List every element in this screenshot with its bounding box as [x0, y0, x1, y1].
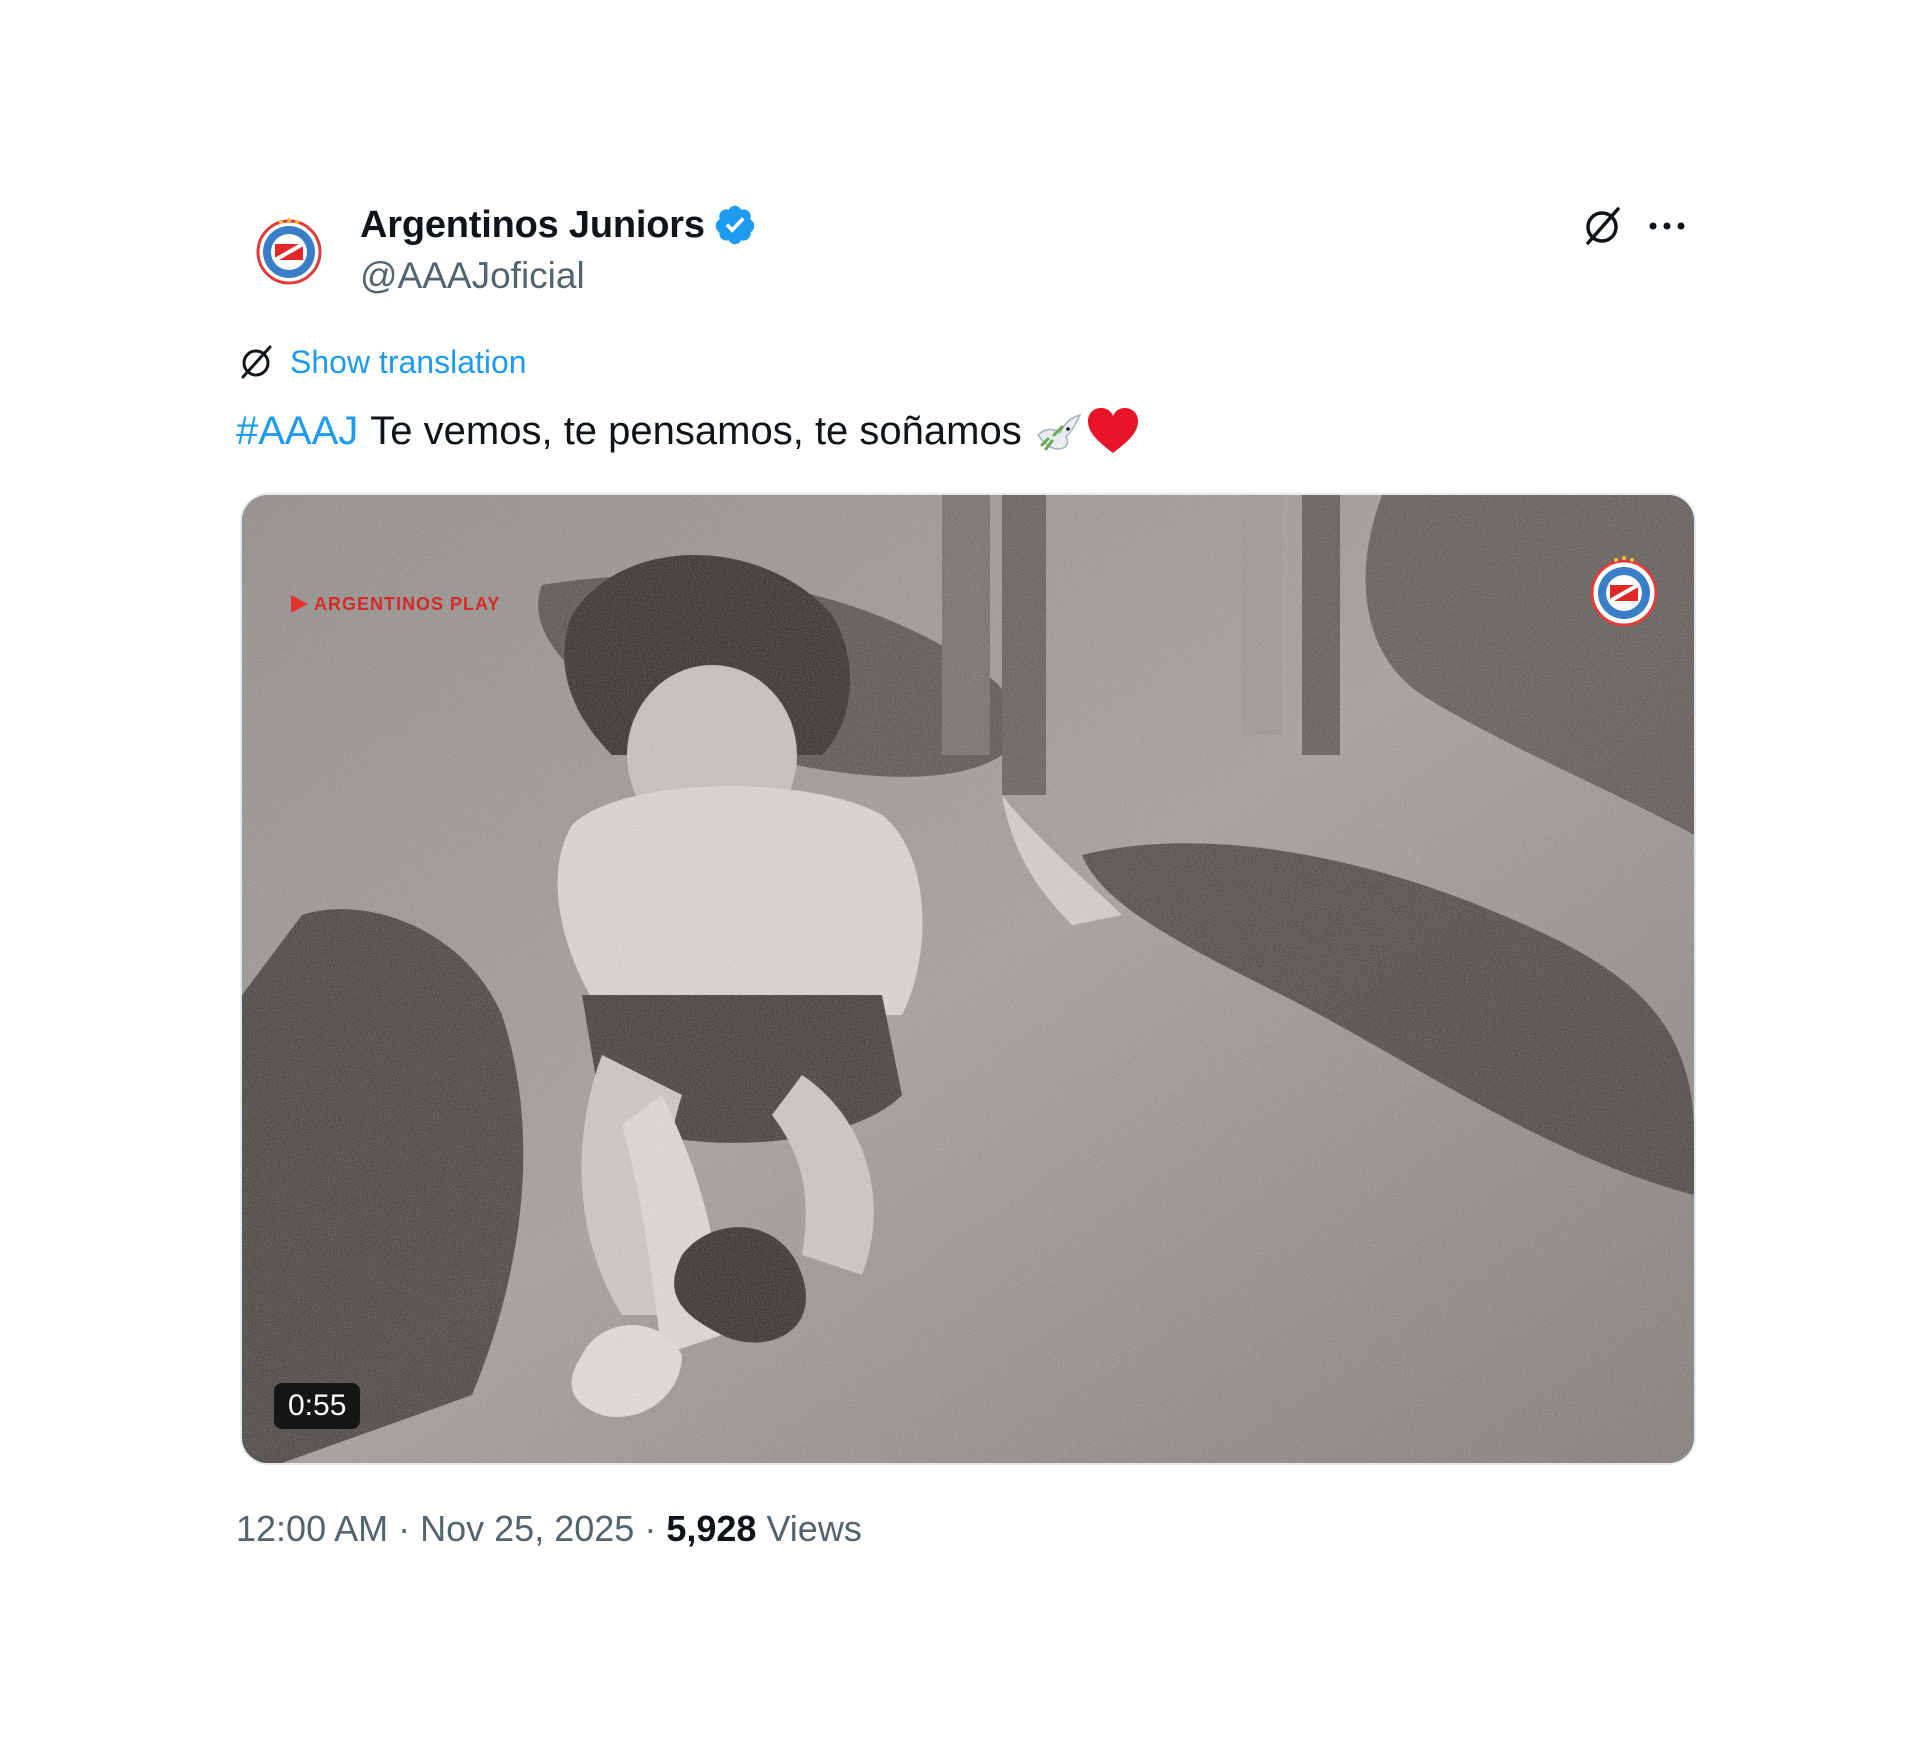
- tweet-meta: 12:00 AM · Nov 25, 2025 · 5,928 Views: [236, 1508, 862, 1550]
- display-name[interactable]: Argentinos Juniors: [360, 204, 705, 247]
- views-count: 5,928: [666, 1508, 757, 1549]
- red-heart-emoji-icon: [1087, 408, 1138, 453]
- views-label: Views: [766, 1508, 862, 1549]
- video-watermark: ARGENTINOS PLAY: [288, 593, 500, 615]
- video-duration-badge: 0:55: [274, 1383, 361, 1429]
- meta-separator: ·: [398, 1508, 411, 1549]
- watermark-text: ARGENTINOS PLAY: [314, 593, 501, 614]
- video-thumbnail: [242, 495, 1694, 1463]
- play-logo-icon: [291, 595, 308, 613]
- verified-badge-icon: [715, 205, 755, 245]
- meta-separator: ·: [644, 1508, 657, 1549]
- handle[interactable]: @AAAJoficial: [360, 255, 585, 297]
- avatar[interactable]: [254, 215, 324, 285]
- show-translation-label[interactable]: Show translation: [290, 344, 527, 381]
- video-player[interactable]: ARGENTINOS PLAY 0:55: [240, 493, 1696, 1465]
- tweet-time[interactable]: 12:00 AM: [236, 1508, 388, 1549]
- grok-translate-icon: [241, 345, 272, 379]
- more-icon[interactable]: [1646, 209, 1688, 243]
- grok-icon[interactable]: [1580, 203, 1626, 249]
- name-row: Argentinos Juniors: [360, 203, 757, 247]
- show-translation-button[interactable]: Show translation: [236, 341, 527, 383]
- club-crest-overlay-icon: [1590, 556, 1658, 627]
- tweet-date[interactable]: Nov 25, 2025: [420, 1508, 634, 1549]
- tweet-card: Argentinos Juniors @AAAJoficial Show tra…: [236, 195, 1696, 1549]
- tweet-body: Te vemos, te pensamos, te soñamos: [370, 408, 1022, 453]
- hashtag-link[interactable]: #AAAJ: [236, 409, 358, 454]
- tweet-text: #AAAJ Te vemos, te pensamos, te soñamos: [236, 405, 1140, 457]
- dove-emoji-icon: [1036, 413, 1082, 451]
- tweet-header: Argentinos Juniors @AAAJoficial: [236, 195, 1692, 307]
